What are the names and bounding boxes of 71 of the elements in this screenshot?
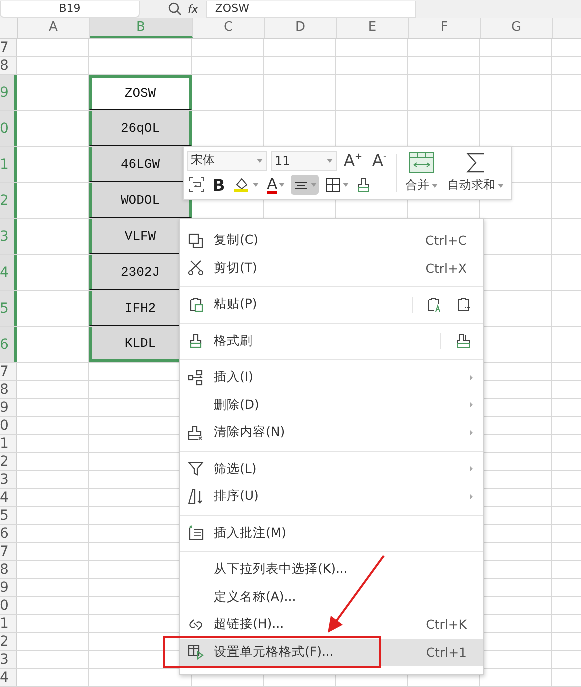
row-header[interactable]: 7 xyxy=(0,543,17,560)
paste-special-icon[interactable] xyxy=(457,296,473,313)
row-header[interactable]: 4 xyxy=(0,489,17,506)
row-header[interactable]: 5 xyxy=(0,507,17,524)
menu-item[interactable]: 排序(U) xyxy=(180,483,483,510)
menu-item[interactable]: 插入批注(M) xyxy=(180,520,483,547)
menu-item[interactable]: 从下拉列表中选择(K)... xyxy=(180,556,483,584)
menu-item[interactable]: 清除内容(N) xyxy=(180,419,483,446)
format-icon xyxy=(188,644,204,660)
sort-icon xyxy=(188,488,204,505)
wrap-text-button[interactable] xyxy=(187,175,207,196)
clear-icon xyxy=(188,424,204,441)
row-header[interactable]: 8 xyxy=(0,57,17,74)
autosum-button[interactable]: 自动求和 xyxy=(444,150,507,196)
brush-icon[interactable] xyxy=(455,333,473,350)
row-header[interactable]: 7 xyxy=(0,363,17,380)
filter-icon xyxy=(188,461,204,478)
paste-icon xyxy=(188,296,204,313)
menu-item[interactable]: 筛选(L) xyxy=(180,456,483,483)
table-cell: WODOL xyxy=(89,183,192,218)
row-header[interactable]: 8 xyxy=(0,561,17,578)
row-header[interactable]: 1 xyxy=(0,435,17,452)
row-header[interactable]: 8 xyxy=(0,381,17,398)
column-header[interactable]: G xyxy=(481,18,553,38)
menu-item[interactable]: 定义名称(A)... xyxy=(180,584,483,611)
align-button[interactable] xyxy=(291,175,320,196)
font-color-button[interactable]: A xyxy=(265,175,288,196)
row-header[interactable]: 3 xyxy=(0,471,17,488)
sum-icon xyxy=(466,152,486,174)
row-header[interactable]: 6 xyxy=(0,525,17,542)
brush-icon xyxy=(357,177,372,194)
menu-item[interactable]: 设置单元格格式(F)... Ctrl+1 xyxy=(180,638,483,666)
column-header[interactable]: C xyxy=(193,18,265,38)
menu-item[interactable]: 插入(I) xyxy=(180,364,483,392)
row-header[interactable]: 0 xyxy=(0,417,17,434)
menu-item[interactable]: 超链接(H)... Ctrl+K xyxy=(180,611,483,638)
insert-icon xyxy=(188,370,204,386)
column-header[interactable]: D xyxy=(265,18,337,38)
row-header[interactable]: 2 xyxy=(0,453,17,470)
column-header[interactable]: E xyxy=(337,18,409,38)
grid-border-icon xyxy=(325,177,342,194)
link-icon xyxy=(188,616,204,633)
column-header[interactable]: F xyxy=(409,18,481,38)
table-cell: 26qOL xyxy=(89,111,192,146)
paste-text-icon[interactable] xyxy=(427,296,443,313)
row-header[interactable]: 7 xyxy=(0,39,17,56)
row-header[interactable]: 1 xyxy=(0,615,17,632)
row-header[interactable]: 3 xyxy=(0,651,17,668)
menu-item[interactable]: 删除(D) xyxy=(180,392,483,419)
font-size-dropdown[interactable]: 11 xyxy=(271,150,337,171)
wrap-text-icon xyxy=(189,177,205,194)
row-header[interactable]: 9 xyxy=(0,579,17,596)
decrease-font-button[interactable]: A$^{-}$ xyxy=(370,151,390,170)
name-box[interactable]: B19 xyxy=(0,0,140,18)
row-header[interactable]: 9 xyxy=(0,399,17,416)
table-cell: ZOSW xyxy=(89,75,192,110)
copy-icon xyxy=(188,232,204,249)
row-header[interactable]: 4 xyxy=(0,669,17,686)
row-header[interactable]: 2 xyxy=(0,633,17,650)
comment-icon xyxy=(188,525,204,542)
merge-cells-icon xyxy=(408,152,435,174)
merge-button[interactable]: 合并 xyxy=(402,150,441,196)
row-header[interactable]: 0 xyxy=(0,597,17,614)
search-icon[interactable] xyxy=(168,2,182,16)
formula-field[interactable]: ZOSW xyxy=(206,0,416,18)
function-label[interactable]: fx xyxy=(188,2,198,16)
font-name-dropdown[interactable]: 宋体 xyxy=(187,150,267,171)
cut-icon xyxy=(188,260,204,276)
bold-button[interactable]: B xyxy=(211,175,228,196)
increase-font-button[interactable]: A$^{+}$ xyxy=(341,151,366,170)
brush-icon xyxy=(188,333,204,350)
